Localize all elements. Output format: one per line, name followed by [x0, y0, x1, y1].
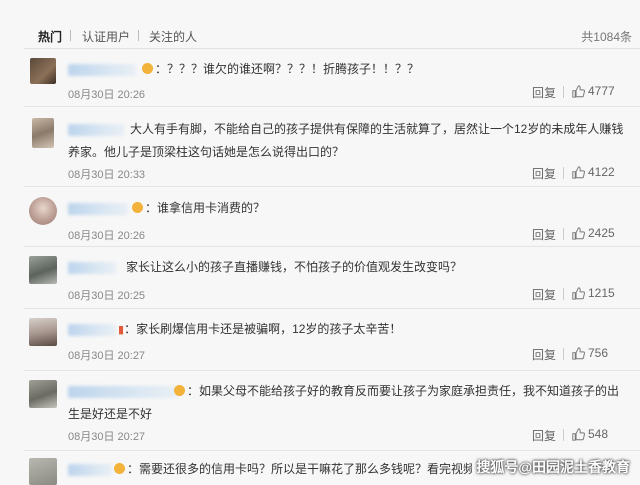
comment-text: ：如果父母不能给孩子好的教育反而要让孩子为家庭承担责任，我不知道孩子的出生是好还…: [68, 384, 620, 421]
total-comment-count: 共1084条: [581, 30, 632, 44]
like-count: 2425: [588, 226, 615, 240]
avatar[interactable]: [29, 256, 57, 284]
comment-text: 家长让这么小的孩子直播赚钱，不怕孩子的价值观发生改变吗？: [126, 260, 463, 274]
action-separator: [563, 348, 564, 360]
comment-divider: [24, 186, 640, 187]
comment-text: ：需要还很多的信用卡吗？所以是干嘛花了那么多钱呢？看完视频: [112, 458, 472, 481]
comment-text: ：谁拿信用卡消费的？: [130, 197, 610, 220]
tab-verified-users[interactable]: 认证用户: [82, 28, 130, 45]
tabs-divider: [24, 48, 640, 49]
like-count: 756: [588, 346, 609, 360]
username-blurred[interactable]: [68, 64, 136, 76]
reply-button[interactable]: 回复: [532, 427, 556, 444]
action-separator: [563, 429, 564, 441]
comment-time: 08月30日 20:26: [68, 89, 146, 101]
thumbs-up-icon: [572, 85, 585, 98]
reply-button[interactable]: 回复: [532, 165, 556, 182]
avatar[interactable]: [29, 380, 57, 408]
tab-separator: [70, 30, 71, 41]
comment-divider: [24, 450, 640, 451]
like-count: 4777: [588, 84, 615, 98]
like-button[interactable]: 1215: [572, 286, 615, 300]
username-blurred[interactable]: [68, 262, 116, 274]
like-button[interactable]: 2425: [572, 226, 615, 240]
comment-divider: [24, 308, 640, 309]
emoji-smile-icon: [174, 385, 185, 396]
like-button[interactable]: 4122: [572, 165, 615, 179]
reply-button[interactable]: 回复: [532, 346, 556, 363]
reply-button[interactable]: 回复: [532, 84, 556, 101]
username-blurred[interactable]: [68, 203, 128, 215]
avatar[interactable]: [29, 318, 57, 346]
comment-divider: [24, 246, 640, 247]
comment-text: 大人有手有脚，不能给自己的孩子提供有保障的生活就算了，居然让一个12岁的未成年人…: [68, 122, 624, 159]
thumbs-up-icon: [572, 166, 585, 179]
like-button[interactable]: 756: [572, 346, 608, 360]
comment-text: ▮：家长刷爆信用卡还是被骗啊，12岁的孩子太辛苦！: [118, 322, 402, 336]
username-blurred[interactable]: [68, 464, 112, 476]
watermark: 搜狐号@田园泥土香教育: [476, 459, 630, 475]
thumbs-up-icon: [572, 428, 585, 441]
comment-time: 08月30日 20:27: [68, 350, 146, 362]
avatar[interactable]: [29, 458, 57, 485]
username-blurred[interactable]: [68, 324, 116, 336]
action-separator: [563, 288, 564, 300]
avatar[interactable]: [30, 58, 56, 84]
thumbs-up-icon: [572, 287, 585, 300]
tab-separator: [138, 30, 139, 41]
comment-tabs: 热门 认证用户 关注的人 共1084条: [0, 18, 640, 48]
thumbs-up-icon: [572, 347, 585, 360]
tab-hot[interactable]: 热门: [38, 28, 62, 45]
emoji-smile-icon: [114, 463, 125, 474]
reply-button[interactable]: 回复: [532, 286, 556, 303]
comment-time: 08月30日 20:25: [68, 290, 146, 302]
comment-time: 08月30日 20:27: [68, 431, 146, 443]
avatar[interactable]: [32, 118, 54, 148]
comment-text: ：？？？谁欠的谁还啊？？？！折腾孩子！！？？: [140, 58, 620, 81]
like-button[interactable]: 4777: [572, 84, 615, 98]
reply-button[interactable]: 回复: [532, 226, 556, 243]
tab-following[interactable]: 关注的人: [149, 28, 197, 45]
comment-time: 08月30日 20:33: [68, 169, 146, 181]
like-count: 4122: [588, 165, 615, 179]
comment-time: 08月30日 20:26: [68, 230, 146, 242]
thumbs-up-icon: [572, 227, 585, 240]
action-separator: [563, 228, 564, 240]
action-separator: [563, 86, 564, 98]
avatar[interactable]: [29, 197, 57, 225]
action-separator: [563, 167, 564, 179]
like-count: 1215: [588, 286, 615, 300]
like-count: 548: [588, 427, 609, 441]
emoji-smile-icon: [132, 202, 143, 213]
comment-divider: [24, 106, 640, 107]
comment-divider: [24, 370, 640, 371]
like-button[interactable]: 548: [572, 427, 608, 441]
emoji-smile-icon: [142, 63, 153, 74]
